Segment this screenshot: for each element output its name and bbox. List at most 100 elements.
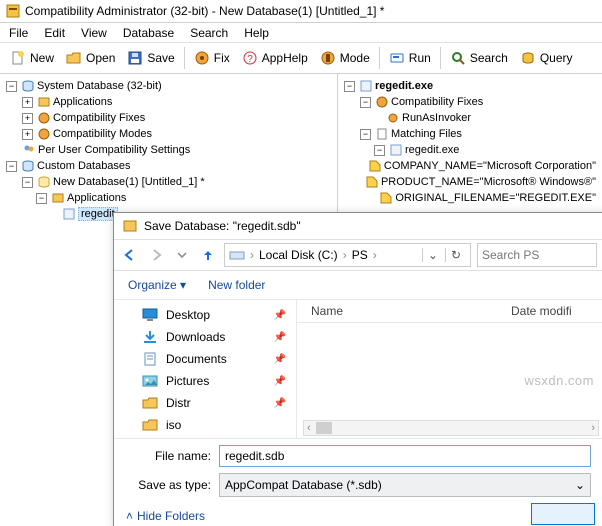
query-button[interactable]: Query xyxy=(514,47,579,69)
tag-icon xyxy=(365,175,379,189)
breadcrumb[interactable]: › Local Disk (C:) › PS › ⌄ ↻ xyxy=(224,243,471,267)
refresh-button[interactable]: ↻ xyxy=(445,248,466,262)
mode-label: Mode xyxy=(340,51,370,65)
place-distr[interactable]: Distr 📌 xyxy=(114,392,296,414)
pin-icon[interactable]: 📌 xyxy=(274,310,286,321)
up-button[interactable] xyxy=(198,245,218,265)
tree-system-db[interactable]: −System Database (32-bit) xyxy=(6,78,331,94)
run-button[interactable]: Run xyxy=(383,47,437,69)
tree-apps[interactable]: +Applications xyxy=(6,94,331,110)
scroll-right-icon[interactable]: › xyxy=(588,422,598,434)
file-area[interactable]: ‹› xyxy=(297,323,602,438)
tree-label: regedit.exe xyxy=(405,144,459,156)
menu-file[interactable]: File xyxy=(2,24,35,42)
toolbar-separator xyxy=(440,47,441,69)
open-button[interactable]: Open xyxy=(60,47,121,69)
downloads-icon xyxy=(142,330,158,344)
dialog-footer: File name: Save as type: AppCompat Datab… xyxy=(114,438,602,526)
open-label: Open xyxy=(86,51,115,65)
new-folder-button[interactable]: New folder xyxy=(208,278,265,292)
pin-icon[interactable]: 📌 xyxy=(274,376,286,387)
tree-compat-fixes[interactable]: +Compatibility Fixes xyxy=(6,110,331,126)
tree-label: Per User Compatibility Settings xyxy=(38,144,190,156)
tree-matching[interactable]: −Matching Files xyxy=(344,126,596,142)
gear-icon xyxy=(37,111,51,125)
tree-new-db[interactable]: −New Database(1) [Untitled_1] * xyxy=(6,174,331,190)
forward-button[interactable] xyxy=(146,245,166,265)
tree-label: Matching Files xyxy=(391,128,462,140)
search-button[interactable]: Search xyxy=(444,47,514,69)
file-name-input[interactable] xyxy=(219,445,591,467)
pin-icon[interactable]: 📌 xyxy=(274,398,286,409)
place-label: Pictures xyxy=(166,374,209,388)
drive-icon xyxy=(229,248,245,262)
apphelp-button[interactable]: ?AppHelp xyxy=(236,47,314,69)
run-label: Run xyxy=(409,51,431,65)
tree-match-exe[interactable]: −regedit.exe xyxy=(344,142,596,158)
mode-icon xyxy=(320,50,336,66)
place-downloads[interactable]: Downloads📌 xyxy=(114,326,296,348)
window-title: Compatibility Administrator (32-bit) - N… xyxy=(25,4,384,18)
menu-help[interactable]: Help xyxy=(237,24,276,42)
new-icon xyxy=(10,50,26,66)
database-new-icon xyxy=(37,175,51,189)
menu-view[interactable]: View xyxy=(74,24,114,42)
organize-button[interactable]: Organize ▾ xyxy=(128,278,186,292)
query-label: Query xyxy=(540,51,573,65)
gear-icon xyxy=(375,95,389,109)
tree-attr2[interactable]: PRODUCT_NAME="Microsoft® Windows®" xyxy=(344,174,596,190)
dialog-toolbar: Organize ▾ New folder xyxy=(114,271,602,300)
tree-runas[interactable]: RunAsInvoker xyxy=(344,110,596,126)
pin-icon[interactable]: 📌 xyxy=(274,332,286,343)
recent-button[interactable] xyxy=(172,245,192,265)
users-icon xyxy=(22,143,36,157)
tag-icon xyxy=(368,159,382,173)
tree-per-user[interactable]: Per User Compatibility Settings xyxy=(6,142,331,158)
chevron-icon: › xyxy=(370,248,380,262)
app-icon xyxy=(5,3,21,19)
save-type-value: AppCompat Database (*.sdb) xyxy=(225,478,382,492)
horizontal-scrollbar[interactable]: ‹› xyxy=(303,420,599,436)
place-documents[interactable]: Documents📌 xyxy=(114,348,296,370)
place-pictures[interactable]: Pictures 📌 xyxy=(114,370,296,392)
tree-new-db-apps[interactable]: −Applications xyxy=(6,190,331,206)
col-date[interactable]: Date modifi xyxy=(511,304,602,318)
exe-icon xyxy=(389,143,403,157)
chevron-up-icon: ˄ xyxy=(126,509,133,523)
place-desktop[interactable]: Desktop📌 xyxy=(114,304,296,326)
crumb-dropdown[interactable]: ⌄ xyxy=(422,248,443,262)
mode-button[interactable]: Mode xyxy=(314,47,376,69)
dialog-default-button[interactable] xyxy=(531,503,595,525)
place-iso[interactable]: iso xyxy=(114,414,296,436)
folder-icon xyxy=(142,418,158,432)
save-type-select[interactable]: AppCompat Database (*.sdb)⌄ xyxy=(219,473,591,497)
tree-attr3[interactable]: ORIGINAL_FILENAME="REGEDIT.EXE" xyxy=(344,190,596,206)
place-label: Distr xyxy=(166,396,191,410)
fix-icon xyxy=(194,50,210,66)
tree-label: PRODUCT_NAME="Microsoft® Windows®" xyxy=(381,176,596,188)
tree-custom-db[interactable]: −Custom Databases xyxy=(6,158,331,174)
hide-folders-button[interactable]: ˄ Hide Folders xyxy=(126,509,205,523)
back-button[interactable] xyxy=(120,245,140,265)
pin-icon[interactable]: 📌 xyxy=(274,354,286,365)
tree-exe[interactable]: −regedit.exe xyxy=(344,78,596,94)
crumb-folder[interactable]: PS xyxy=(352,248,368,262)
new-button[interactable]: New xyxy=(4,47,60,69)
dialog-nav: › Local Disk (C:) › PS › ⌄ ↻ Search PS xyxy=(114,239,602,271)
menu-database[interactable]: Database xyxy=(116,24,181,42)
save-button[interactable]: Save xyxy=(121,47,180,69)
menu-edit[interactable]: Edit xyxy=(37,24,72,42)
fix-button[interactable]: Fix xyxy=(188,47,236,69)
tree-r-fixes[interactable]: −Compatibility Fixes xyxy=(344,94,596,110)
tree-compat-modes[interactable]: +Compatibility Modes xyxy=(6,126,331,142)
scroll-left-icon[interactable]: ‹ xyxy=(304,422,314,434)
scroll-thumb[interactable] xyxy=(316,422,332,434)
tree-attr1[interactable]: COMPANY_NAME="Microsoft Corporation" xyxy=(344,158,596,174)
hide-folders-label: Hide Folders xyxy=(137,509,205,523)
crumb-disk[interactable]: Local Disk (C:) xyxy=(259,248,338,262)
toolbar-separator xyxy=(379,47,380,69)
menu-search[interactable]: Search xyxy=(183,24,235,42)
col-name[interactable]: Name xyxy=(297,304,511,318)
window-title-bar: Compatibility Administrator (32-bit) - N… xyxy=(0,0,602,23)
search-input[interactable]: Search PS xyxy=(477,243,597,267)
